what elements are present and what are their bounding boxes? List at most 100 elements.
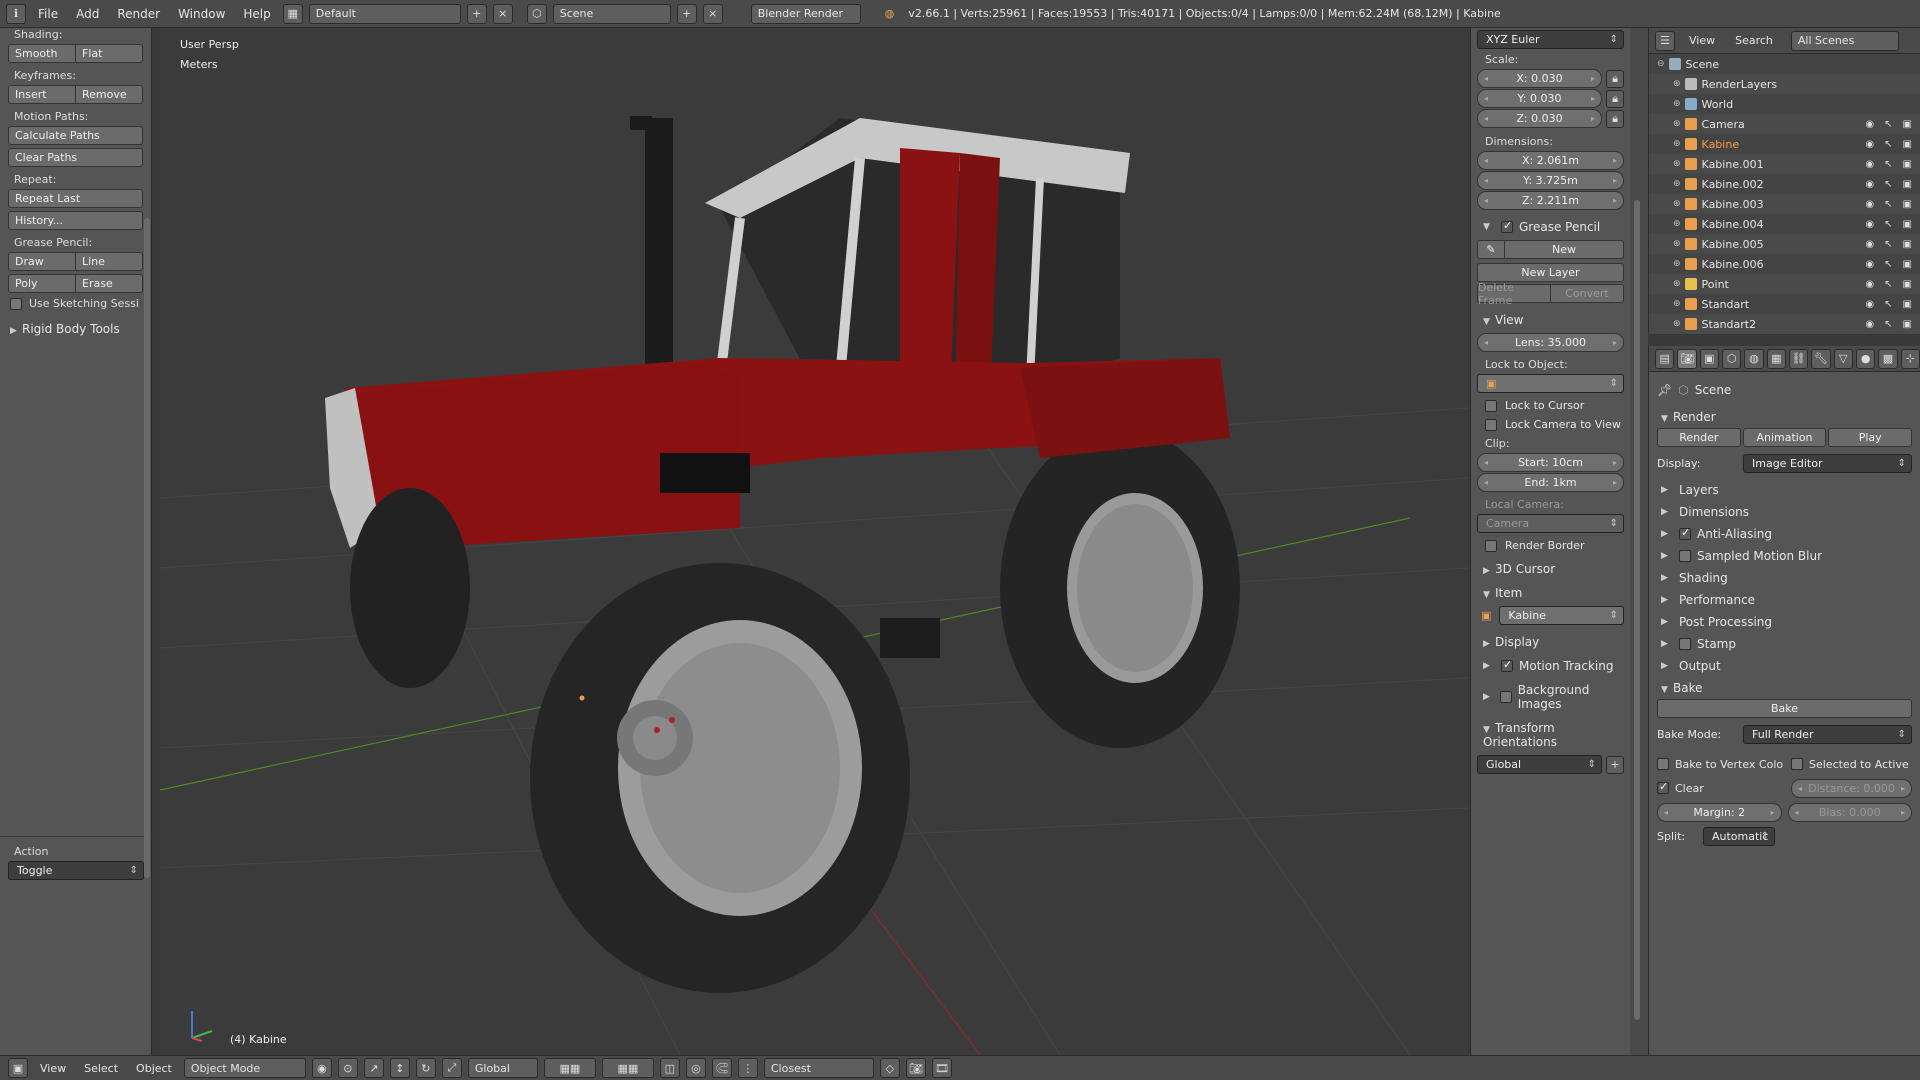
outliner-row[interactable]: ⊕ Point ◉ ↖ ▣	[1649, 274, 1920, 294]
cursor-icon[interactable]: ↖	[1884, 259, 1892, 270]
camera-render-icon[interactable]: ▣	[1903, 239, 1912, 250]
align-rotation-icon[interactable]: ◇	[879, 1058, 900, 1078]
lock-cursor-checkbox[interactable]	[1485, 399, 1497, 412]
local-camera-field[interactable]: Camera	[1477, 514, 1624, 533]
bake-vertex-checkbox[interactable]	[1657, 758, 1669, 770]
render-tab-icon[interactable]: 📷︎	[1677, 348, 1697, 369]
smooth-button[interactable]: Smooth	[8, 44, 76, 63]
expand-icon[interactable]: ⊕	[1673, 299, 1681, 309]
outliner-row[interactable]: ⊕ Kabine.005 ◉ ↖ ▣	[1649, 234, 1920, 254]
constraints-tab-icon[interactable]: ⛓︎	[1788, 348, 1809, 369]
add-scene-icon[interactable]: +	[676, 3, 697, 24]
render-section-performance[interactable]: ▶ Performance	[1661, 593, 1912, 607]
section-checkbox[interactable]	[1679, 526, 1691, 540]
history-button[interactable]: History...	[8, 211, 143, 230]
selected-to-active-checkbox[interactable]	[1791, 758, 1803, 770]
gp-poly-button[interactable]: Poly	[8, 274, 76, 293]
collapse-icon[interactable]: ⊖	[1657, 59, 1665, 69]
properties-editor-icon[interactable]: ▤	[1655, 348, 1675, 369]
scale-y-field[interactable]: Y: 0.030	[1477, 89, 1602, 108]
gp-draw-button[interactable]: Draw	[8, 252, 76, 271]
dimension-z-field[interactable]: Z: 2.211m	[1477, 191, 1624, 210]
dimension-y-field[interactable]: Y: 3.725m	[1477, 171, 1624, 190]
scene-tab-icon[interactable]: ⬡	[1721, 348, 1742, 369]
viewport-right-scrollbar[interactable]	[1634, 200, 1640, 1020]
eye-icon[interactable]: ◉	[1865, 239, 1874, 250]
outliner-row[interactable]: ⊕ Kabine ◉ ↖ ▣	[1649, 134, 1920, 154]
clip-start-field[interactable]: Start: 10cm	[1477, 453, 1624, 472]
layers-grid-icon[interactable]: ▦▦	[543, 1058, 596, 1078]
eye-icon[interactable]: ◉	[1865, 119, 1874, 130]
outliner-row[interactable]: ⊕ Standart ◉ ↖ ▣	[1649, 294, 1920, 314]
scale-icon[interactable]: ⤢	[441, 1058, 462, 1078]
editor-type-icon[interactable]: ▣	[8, 1058, 28, 1078]
scene-icon[interactable]: ⬡	[526, 3, 547, 24]
outliner-row[interactable]: ⊕ Camera ◉ ↖ ▣	[1649, 114, 1920, 134]
viewport-shading-icon[interactable]: ◉	[311, 1058, 332, 1078]
item-name-field[interactable]: Kabine	[1499, 606, 1624, 625]
add-layout-icon[interactable]: +	[466, 3, 487, 24]
outliner-search-menu[interactable]: Search	[1729, 34, 1779, 47]
scale-z-field[interactable]: Z: 0.030	[1477, 109, 1602, 128]
new-layer-button[interactable]: New Layer	[1477, 263, 1624, 282]
dimension-x-field[interactable]: X: 2.061m	[1477, 151, 1624, 170]
lock-camera-checkbox[interactable]	[1485, 418, 1497, 431]
render-layers-tab-icon[interactable]: ▣	[1699, 348, 1719, 369]
add-orientation-icon[interactable]: +	[1606, 755, 1624, 774]
new-gp-button[interactable]: New	[1505, 240, 1624, 259]
remove-keyframe-button[interactable]: Remove	[76, 85, 143, 104]
pencil-icon[interactable]: ✎	[1477, 240, 1505, 259]
snap-element-icon[interactable]: ⋮	[737, 1058, 758, 1078]
cursor-icon[interactable]: ↖	[1884, 119, 1892, 130]
rotate-icon[interactable]: ↻	[415, 1058, 436, 1078]
outliner-row[interactable]: ⊕ Kabine.004 ◉ ↖ ▣	[1649, 214, 1920, 234]
outliner-row[interactable]: ⊕ Kabine.006 ◉ ↖ ▣	[1649, 254, 1920, 274]
outliner-row[interactable]: ⊕ Kabine.003 ◉ ↖ ▣	[1649, 194, 1920, 214]
translate-icon[interactable]: ↕	[389, 1058, 410, 1078]
render-engine-select[interactable]: Blender Render	[750, 3, 861, 24]
outliner-row[interactable]: ⊕ World	[1649, 94, 1920, 114]
rotation-mode-select[interactable]: XYZ Euler	[1477, 30, 1624, 49]
section-checkbox[interactable]	[1679, 550, 1691, 562]
lens-field[interactable]: Lens: 35.000	[1477, 333, 1624, 352]
camera-render-icon[interactable]: ▣	[1903, 199, 1912, 210]
cursor-icon[interactable]: ↖	[1884, 179, 1892, 190]
eye-icon[interactable]: ◉	[1865, 319, 1874, 330]
cursor-icon[interactable]: ↖	[1884, 319, 1892, 330]
eye-icon[interactable]: ◉	[1865, 179, 1874, 190]
render-section-stamp[interactable]: ▶ Stamp	[1661, 637, 1912, 651]
menu-add[interactable]: Add	[70, 7, 105, 21]
clear-paths-button[interactable]: Clear Paths	[8, 148, 143, 167]
outliner-row[interactable]: ⊕ RenderLayers	[1649, 74, 1920, 94]
info-editor-icon[interactable]: ℹ	[6, 3, 26, 24]
display-panel[interactable]: ▶ Display	[1483, 635, 1630, 649]
cursor-icon[interactable]: ↖	[1884, 159, 1892, 170]
outliner-view-menu[interactable]: View	[1683, 34, 1721, 47]
item-panel[interactable]: ▼ Item	[1483, 586, 1630, 600]
menu-window[interactable]: Window	[172, 7, 231, 21]
eye-icon[interactable]: ◉	[1865, 199, 1874, 210]
motion-tracking-checkbox[interactable]	[1501, 658, 1513, 672]
expand-icon[interactable]: ⊕	[1673, 319, 1681, 329]
scene-select[interactable]: Scene	[552, 3, 671, 24]
orientation-select[interactable]: Global	[467, 1058, 538, 1078]
distance-field[interactable]: Distance: 0.000	[1791, 778, 1912, 798]
lock-object-field[interactable]: ▣	[1477, 374, 1624, 393]
eye-icon[interactable]: ◉	[1865, 159, 1874, 170]
eye-icon[interactable]: ◉	[1865, 219, 1874, 230]
outliner-row[interactable]: ⊕ Kabine.002 ◉ ↖ ▣	[1649, 174, 1920, 194]
view-panel[interactable]: ▼ View	[1483, 313, 1630, 327]
camera-render-icon[interactable]: ▣	[1903, 119, 1912, 130]
expand-icon[interactable]: ⊕	[1673, 79, 1681, 89]
expand-icon[interactable]: ⊕	[1673, 179, 1681, 189]
eye-icon[interactable]: ◉	[1865, 259, 1874, 270]
3d-viewport[interactable]: User Persp Meters (4) Kabine	[160, 28, 1468, 1055]
calculate-paths-button[interactable]: Calculate Paths	[8, 126, 143, 145]
flat-button[interactable]: Flat	[76, 44, 143, 63]
expand-icon[interactable]: ⊕	[1673, 219, 1681, 229]
snap-icon[interactable]: 🧲︎	[711, 1058, 732, 1078]
render-preview-icon[interactable]: 📷︎	[905, 1058, 926, 1078]
view-menu[interactable]: View	[34, 1062, 72, 1075]
bake-mode-select[interactable]: Full Render	[1743, 724, 1912, 744]
camera-render-icon[interactable]: ▣	[1903, 219, 1912, 230]
